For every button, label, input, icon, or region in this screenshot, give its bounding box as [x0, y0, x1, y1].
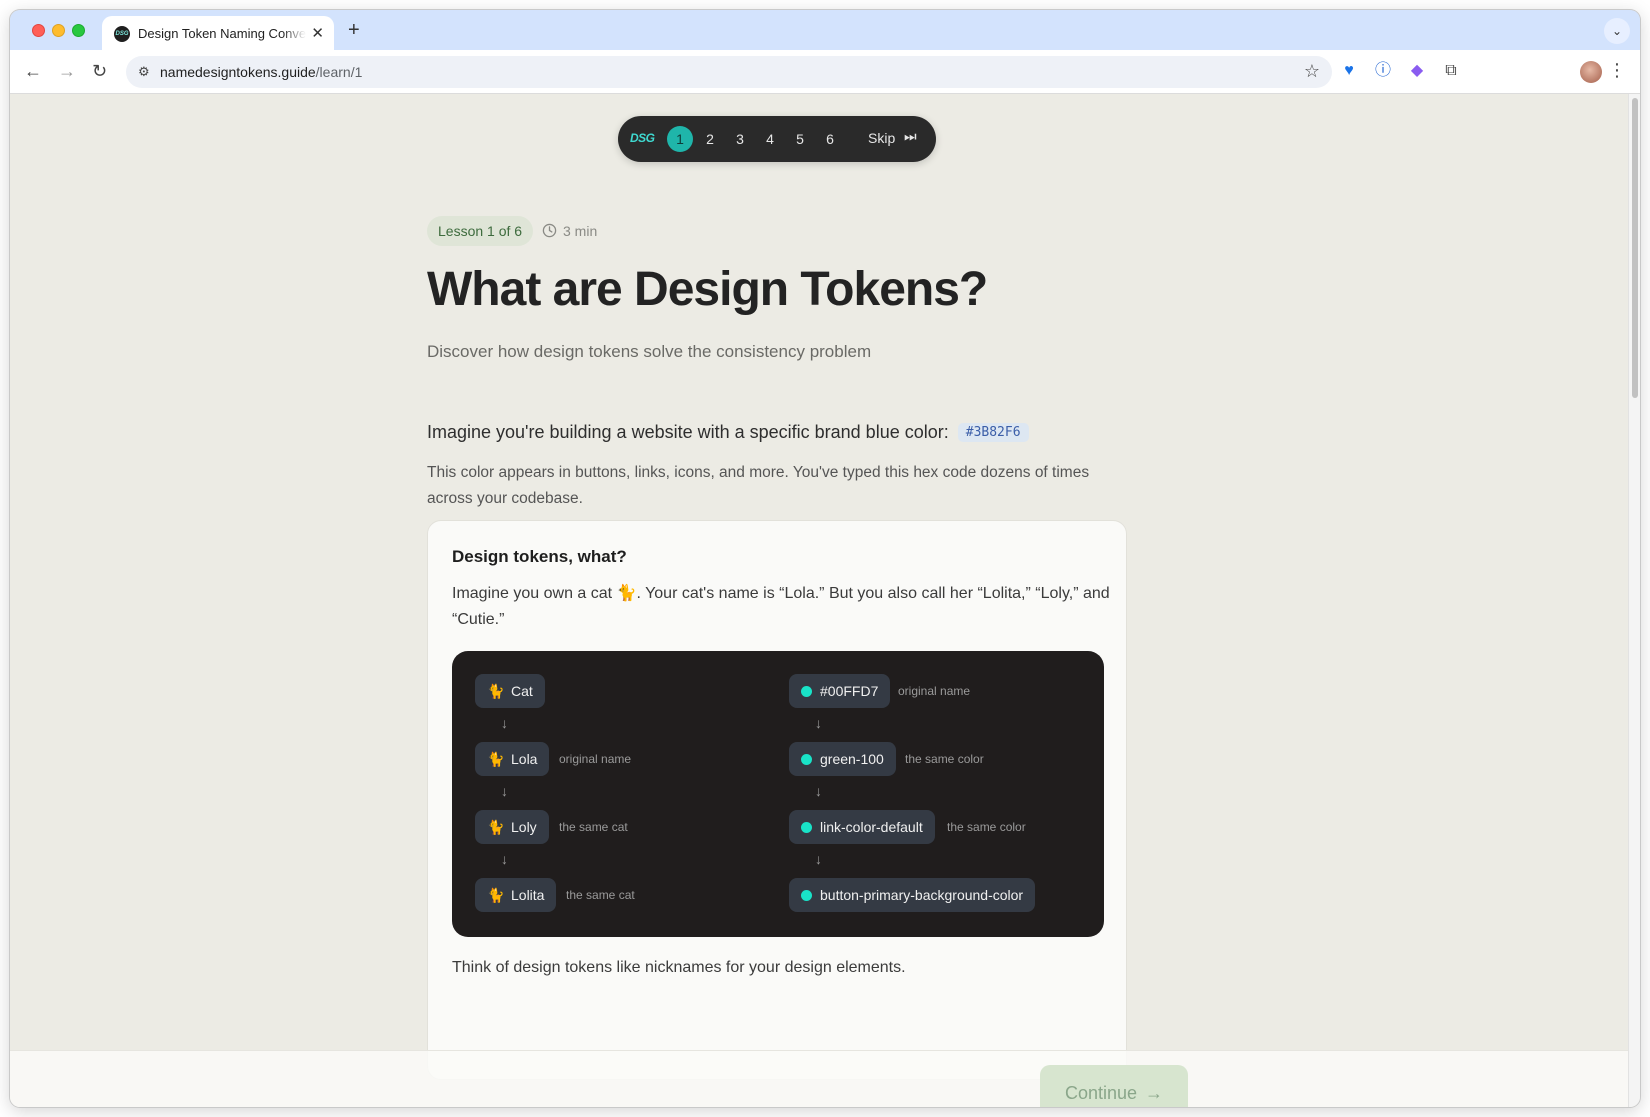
page-viewport: DSG 1 2 3 4 5 6 Skip ⏭ Lesson 1 of 6 3 m…	[10, 94, 1628, 1107]
cat-icon: 🐈	[487, 751, 505, 767]
site-info-icon[interactable]: ⚙	[138, 64, 150, 80]
color-dot-icon	[801, 686, 812, 697]
cat-chip-cat: 🐈 Cat	[475, 674, 545, 708]
close-window-button[interactable]	[32, 24, 45, 37]
cat-icon: 🐈	[487, 887, 505, 903]
color-chip-button: button-primary-background-color	[789, 878, 1036, 912]
card-text: Imagine you own a cat 🐈. Your cat's name…	[452, 585, 1110, 628]
card-title: Design tokens, what?	[452, 547, 627, 566]
extension-crystal-icon[interactable]: ◆	[1406, 60, 1428, 82]
cat-chip-loly: 🐈 Loly	[475, 810, 549, 844]
minimize-window-button[interactable]	[52, 24, 65, 37]
reload-button[interactable]: ↻	[92, 60, 107, 82]
arrow-down-icon: ↓	[501, 783, 508, 799]
arrow-down-icon: ↓	[501, 715, 508, 731]
cat-icon: 🐈	[487, 819, 505, 835]
tab-title: Design Token Naming Conventions	[138, 26, 306, 41]
arrow-right-icon: →	[1145, 1083, 1164, 1103]
color-chip-hex: #00FFD7	[789, 674, 891, 708]
intro-paragraph: This color appears in buttons, links, ic…	[427, 464, 1090, 507]
browser-tab[interactable]: DSG Design Token Naming Conventions ✕	[102, 16, 334, 50]
arrow-down-icon: ↓	[815, 851, 822, 867]
color-note-link: the same color	[947, 820, 1026, 834]
cat-chip-lolita: 🐈 Lolita	[475, 878, 557, 912]
cat-note-lolita: the same cat	[566, 888, 635, 902]
browser-toolbar: ← → ↻ ⚙ namedesigntokens.guide/learn/1 ☆…	[10, 50, 1640, 94]
url-text[interactable]: namedesigntokens.guide/learn/1	[160, 64, 362, 80]
lesson-duration: 3 min	[563, 223, 598, 239]
tab-search-button[interactable]: ⌄	[1604, 18, 1630, 44]
step-6[interactable]: 6	[817, 126, 843, 152]
extensions-puzzle-icon[interactable]: ⧉	[1440, 60, 1462, 82]
step-4[interactable]: 4	[757, 126, 783, 152]
bottom-action-bar: Continue →	[10, 1050, 1628, 1107]
page-subtitle: Discover how design tokens solve the con…	[427, 342, 872, 361]
lesson-badge: Lesson 1 of 6	[427, 216, 534, 246]
skip-forward-icon[interactable]: ⏭	[904, 128, 917, 145]
bookmark-star-icon[interactable]: ☆	[1304, 61, 1320, 82]
color-note-green: the same color	[905, 752, 984, 766]
card-footer-text: Think of design tokens like nicknames fo…	[452, 959, 906, 976]
nickname-diagram: 🐈 Cat ↓ 🐈 Lola original name ↓ 🐈 Loly the s…	[452, 651, 1104, 937]
address-bar[interactable]: ⚙ namedesigntokens.guide/learn/1 ☆	[126, 56, 1332, 88]
arrow-down-icon: ↓	[815, 783, 822, 799]
page-scrollbar[interactable]	[1628, 94, 1640, 1107]
tab-strip: DSG Design Token Naming Conventions ✕ + …	[10, 10, 1640, 50]
page-title: What are Design Tokens?	[427, 263, 988, 316]
close-tab-icon[interactable]: ✕	[311, 24, 324, 42]
forward-button[interactable]: →	[58, 60, 76, 82]
step-5[interactable]: 5	[787, 126, 813, 152]
color-chip-link: link-color-default	[789, 810, 935, 844]
browser-window: DSG Design Token Naming Conventions ✕ + …	[10, 10, 1640, 1107]
extension-heart-icon[interactable]: ♥	[1338, 60, 1360, 82]
step-1[interactable]: 1	[667, 126, 693, 152]
browser-menu-icon[interactable]: ⋮	[1608, 60, 1626, 81]
hex-code-chip: #3B82F6	[957, 423, 1029, 442]
clock-icon	[542, 223, 557, 238]
maximize-window-button[interactable]	[72, 24, 85, 37]
scrollbar-thumb[interactable]	[1632, 98, 1638, 398]
cat-chip-lola: 🐈 Lola	[475, 742, 550, 776]
cat-note-loly: the same cat	[559, 820, 628, 834]
lead-text: Imagine you're building a website with a…	[427, 422, 1029, 443]
new-tab-button[interactable]: +	[348, 19, 360, 42]
arrow-down-icon: ↓	[501, 851, 508, 867]
cat-note-lola: original name	[559, 752, 632, 766]
color-chip-green: green-100	[789, 742, 896, 776]
favicon-icon: DSG	[114, 26, 130, 42]
profile-avatar[interactable]	[1580, 61, 1602, 83]
continue-button[interactable]: Continue →	[1040, 1065, 1188, 1107]
cat-icon: 🐈	[487, 683, 505, 699]
color-dot-icon	[801, 890, 812, 901]
skip-button[interactable]: Skip	[868, 130, 895, 146]
lesson-stepper: DSG 1 2 3 4 5 6 Skip ⏭	[618, 116, 936, 162]
password-manager-icon[interactable]: ⓘ	[1372, 60, 1394, 82]
site-logo[interactable]: DSG	[630, 131, 655, 145]
color-dot-icon	[801, 754, 812, 765]
arrow-down-icon: ↓	[815, 715, 822, 731]
back-button[interactable]: ←	[24, 60, 42, 82]
step-2[interactable]: 2	[697, 126, 723, 152]
color-note-hex: original name	[898, 684, 971, 698]
step-3[interactable]: 3	[727, 126, 753, 152]
color-dot-icon	[801, 822, 812, 833]
explanation-card: Design tokens, what? Imagine you own a c…	[427, 520, 1127, 1080]
